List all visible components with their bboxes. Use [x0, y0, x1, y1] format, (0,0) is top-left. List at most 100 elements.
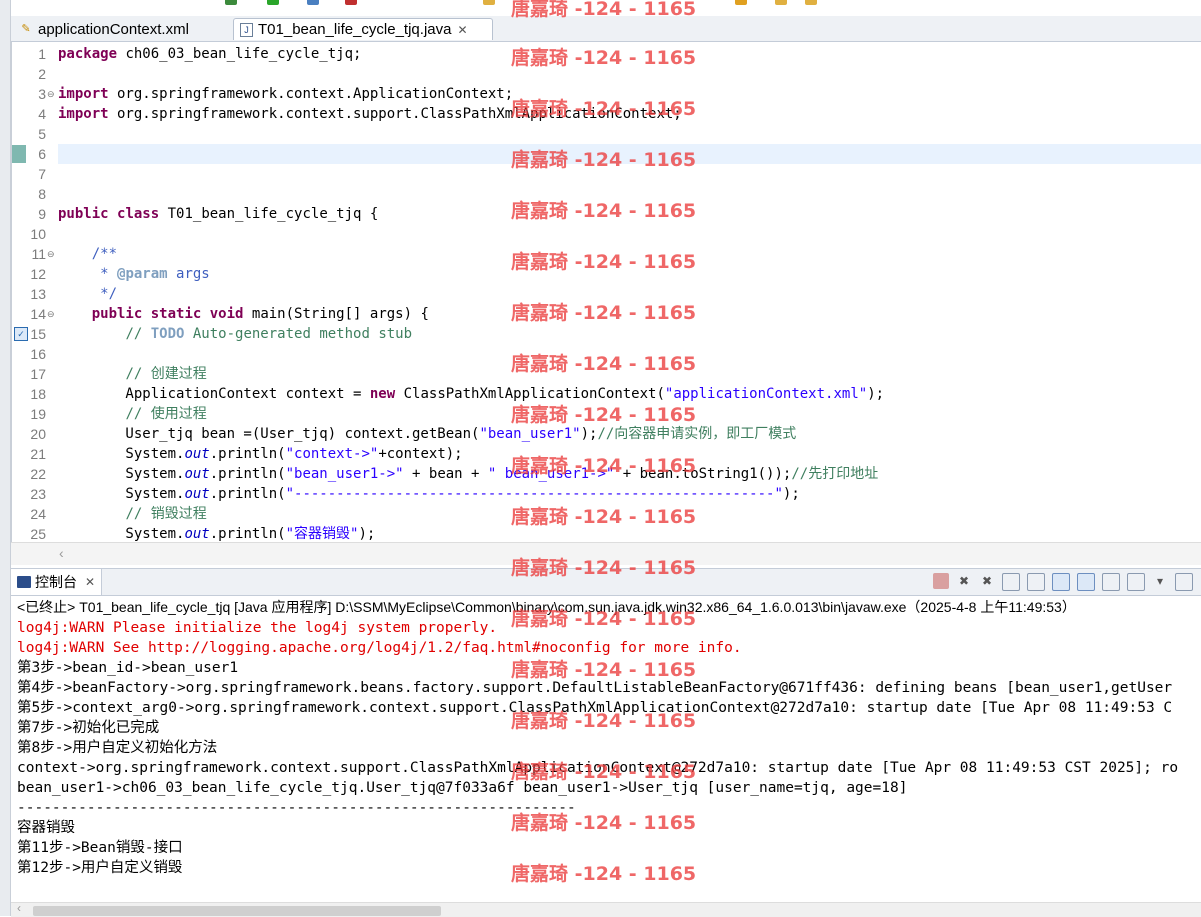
line-number: 13 [30, 286, 46, 302]
java-file-icon: J [240, 22, 253, 37]
fold-toggle-icon[interactable]: ⊖ [47, 84, 55, 104]
close-icon[interactable]: ✕ [457, 23, 467, 37]
debug-icon[interactable] [225, 0, 237, 5]
fold-toggle-icon[interactable]: ⊖ [47, 304, 55, 324]
line-number: 16 [30, 346, 46, 362]
line-number: 24 [30, 506, 46, 522]
tab-application-context-xml[interactable]: ✎ applicationContext.xml [13, 18, 231, 40]
scroll-left-icon[interactable]: ‹ [17, 901, 21, 915]
code-line-12: * @param args [91, 266, 210, 282]
console-horizontal-scrollbar[interactable]: ‹ [11, 901, 1201, 917]
line-number: 22 [30, 466, 46, 482]
display-selected-console-icon[interactable] [1127, 573, 1145, 591]
code-line-22: System.out.println("bean_user1->" + bean… [58, 466, 879, 482]
line-number: 7 [38, 166, 46, 182]
open-folder-icon[interactable] [483, 0, 495, 5]
watermark-text: 唐嘉琦 -124 - 1165 [511, 404, 697, 426]
clear-console-icon[interactable] [1002, 573, 1020, 591]
watermark-text: 唐嘉琦 -124 - 1165 [511, 455, 697, 477]
line-number: 2 [38, 66, 46, 82]
watermark-text: 唐嘉琦 -124 - 1165 [511, 761, 697, 783]
workbench-left-edge [0, 0, 11, 916]
console-tab-label: 控制台 [35, 574, 77, 590]
watermark-text: 唐嘉琦 -124 - 1165 [511, 302, 697, 324]
show-on-stderr-icon[interactable] [1077, 573, 1095, 591]
external-tools-icon[interactable] [345, 0, 357, 5]
console-toolbar: ✖ ✖ ▾ [933, 573, 1193, 591]
console-line: 第8步->用户自定义初始化方法 [17, 740, 218, 756]
close-icon[interactable]: ✕ [85, 575, 95, 589]
code-line-13: */ [91, 286, 118, 302]
code-line-14: public static void main(String[] args) { [91, 306, 429, 322]
watermark-text: 唐嘉琦 -124 - 1165 [511, 863, 697, 885]
scroll-lock-icon[interactable] [1027, 573, 1045, 591]
code-line-1: package ch06_03_bean_life_cycle_tjq; [58, 46, 362, 62]
watermark-text: 唐嘉琦 -124 - 1165 [511, 98, 697, 120]
show-on-stdout-icon[interactable] [1052, 573, 1070, 591]
line-number: 8 [38, 186, 46, 202]
line-number: 14 [30, 306, 46, 322]
watermark-text: 唐嘉琦 -124 - 1165 [511, 149, 697, 171]
xml-file-icon: ✎ [21, 23, 31, 35]
code-line-15: // TODO Auto-generated method stub [125, 326, 413, 342]
code-line-18: ApplicationContext context = new ClassPa… [58, 386, 885, 402]
code-line-21: System.out.println("context->"+context); [58, 446, 463, 462]
line-number: 5 [38, 126, 46, 142]
watermark-text: 唐嘉琦 -124 - 1165 [511, 557, 697, 579]
line-number: 15 [30, 326, 46, 342]
code-line-20: User_tjq bean =(User_tjq) context.getBea… [58, 426, 797, 442]
watermark-text: 唐嘉琦 -124 - 1165 [511, 200, 697, 222]
line-number: 23 [30, 486, 46, 502]
tab-t01-bean-life-cycle-java[interactable]: J T01_bean_life_cycle_tjq.java ✕ [233, 18, 493, 40]
chevron-down-icon[interactable]: ▾ [1152, 573, 1168, 589]
line-number: 3 [38, 86, 46, 102]
code-line-17: // 创建过程 [125, 366, 207, 382]
line-number: 12 [30, 266, 46, 282]
line-number: 9 [38, 206, 46, 222]
watermark-text: 唐嘉琦 -124 - 1165 [511, 710, 697, 732]
scrollbar-thumb[interactable] [33, 906, 441, 916]
watermark-text: 唐嘉琦 -124 - 1165 [511, 659, 697, 681]
console-icon [17, 576, 31, 588]
watermark-text: 唐嘉琦 -124 - 1165 [511, 506, 697, 528]
line-number: 11 [31, 246, 46, 262]
tab-label: applicationContext.xml [38, 20, 189, 38]
code-line-9: public class T01_bean_life_cycle_tjq { [58, 206, 379, 222]
line-number: 25 [30, 526, 46, 542]
forward-icon[interactable] [805, 0, 817, 5]
remove-launch-icon[interactable]: ✖ [956, 573, 972, 589]
tab-label: T01_bean_life_cycle_tjq.java [258, 21, 452, 38]
line-number: 10 [30, 226, 46, 242]
line-number: 21 [30, 446, 46, 462]
pin-console-icon[interactable] [1102, 573, 1120, 591]
remove-all-terminated-icon[interactable]: ✖ [979, 573, 995, 589]
watermark-text: 唐嘉琦 -124 - 1165 [511, 608, 697, 630]
watermark-text: 唐嘉琦 -124 - 1165 [511, 47, 697, 69]
open-console-icon[interactable] [1175, 573, 1193, 591]
coverage-icon[interactable] [307, 0, 319, 5]
tab-console[interactable]: 控制台 ✕ [11, 569, 103, 595]
run-icon[interactable] [267, 0, 279, 5]
watermark-text: 唐嘉琦 -124 - 1165 [511, 251, 697, 273]
watermark-text: 唐嘉琦 -124 - 1165 [511, 353, 697, 375]
back-icon[interactable] [775, 0, 787, 5]
code-line-24: // 销毁过程 [125, 506, 207, 522]
scroll-left-icon[interactable]: ‹ [59, 545, 64, 561]
line-number: 20 [30, 426, 46, 442]
code-line-11: /** [91, 246, 118, 262]
line-number: 4 [38, 106, 46, 122]
fold-toggle-icon[interactable]: ⊖ [47, 244, 55, 264]
line-number: 17 [30, 366, 46, 382]
code-line-25: System.out.println("容器销毁"); [58, 526, 376, 542]
terminate-icon[interactable] [933, 573, 949, 589]
line-number: 18 [30, 386, 46, 402]
line-number: 1 [38, 46, 46, 62]
console-line: 第11步->Bean销毁-接口 [17, 840, 183, 856]
code-line-23: System.out.println("--------------------… [58, 486, 800, 502]
pin-icon[interactable] [735, 0, 747, 5]
code-line-19: // 使用过程 [125, 406, 207, 422]
line-number: 19 [30, 406, 46, 422]
watermark-text: 唐嘉琦 -124 - 1165 [511, 812, 697, 834]
code-line-3: import org.springframework.context.Appli… [58, 86, 514, 102]
watermark-text: 唐嘉琦 -124 - 1165 [511, 0, 697, 20]
